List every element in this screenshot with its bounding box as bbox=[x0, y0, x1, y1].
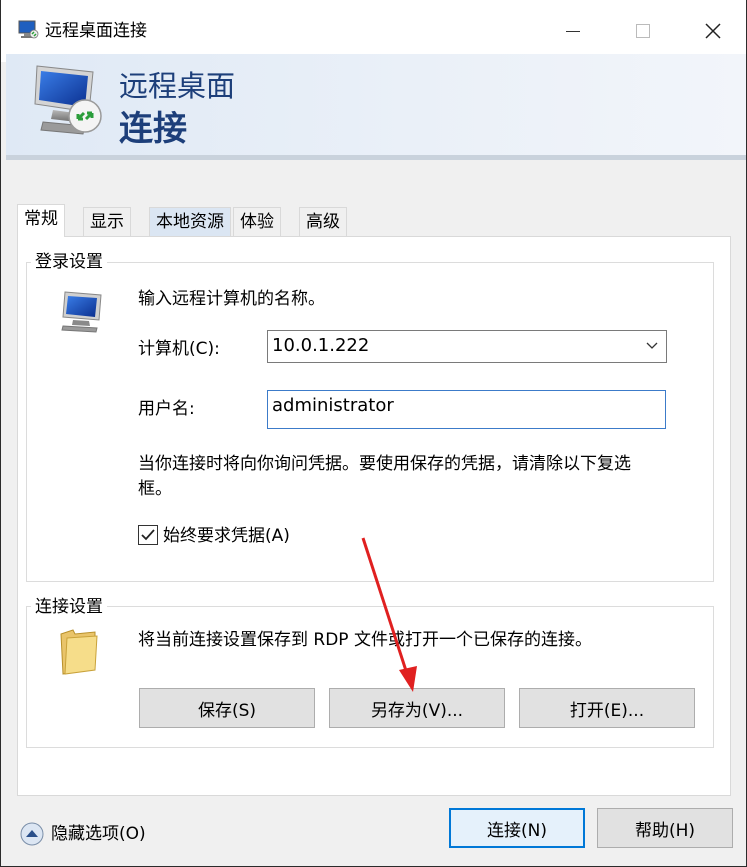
connection-settings-title: 连接设置 bbox=[31, 596, 107, 618]
chevron-up-icon[interactable] bbox=[19, 821, 45, 847]
help-button[interactable]: 帮助(H) bbox=[597, 808, 733, 848]
computer-instruction: 输入远程计算机的名称。 bbox=[138, 289, 325, 309]
minimize-icon bbox=[566, 30, 580, 32]
open-button[interactable]: 打开(E)... bbox=[519, 688, 695, 728]
always-ask-checkbox[interactable] bbox=[138, 525, 158, 545]
banner-title-line2: 连接 bbox=[119, 109, 187, 149]
credential-note-line1: 当你连接时将向你询问凭据。要使用保存的凭据，请清除以下复选 bbox=[138, 454, 631, 474]
tab-display[interactable]: 显示 bbox=[83, 207, 131, 236]
computer-value: 10.0.1.222 bbox=[272, 335, 370, 356]
username-value: administrator bbox=[272, 395, 394, 416]
save-button[interactable]: 保存(S) bbox=[139, 688, 315, 728]
tab-general[interactable]: 常规 bbox=[17, 204, 65, 237]
remote-desktop-icon bbox=[34, 65, 102, 135]
tab-experience[interactable]: 体验 bbox=[233, 207, 281, 236]
tab-advanced[interactable]: 高级 bbox=[299, 207, 347, 236]
always-ask-label[interactable]: 始终要求凭据(A) bbox=[163, 525, 290, 547]
username-input[interactable]: administrator bbox=[267, 390, 666, 429]
maximize-icon bbox=[636, 24, 650, 38]
username-label: 用户名: bbox=[138, 399, 195, 419]
monitor-icon bbox=[61, 291, 102, 333]
remote-desktop-window: 远程桌面连接 远程桌面 连接 常规 显示 本地资源 体验 高级 登录设置 输入远… bbox=[0, 0, 747, 867]
close-icon bbox=[705, 23, 721, 39]
maximize-button[interactable] bbox=[608, 0, 678, 62]
remote-desktop-icon bbox=[18, 20, 39, 39]
checkmark-icon bbox=[141, 529, 155, 541]
connect-button[interactable]: 连接(N) bbox=[449, 808, 585, 848]
chevron-down-icon[interactable] bbox=[646, 339, 658, 351]
login-settings-title: 登录设置 bbox=[31, 251, 107, 273]
close-button[interactable] bbox=[678, 0, 747, 62]
tab-local-resources[interactable]: 本地资源 bbox=[149, 207, 231, 236]
banner-title-line1: 远程桌面 bbox=[119, 69, 236, 103]
hide-options-link[interactable]: 隐藏选项(O) bbox=[51, 823, 146, 845]
credential-note-line2: 框。 bbox=[138, 479, 172, 499]
annotation-arrow bbox=[361, 537, 417, 692]
computer-label: 计算机(C): bbox=[138, 339, 220, 359]
header-banner bbox=[6, 54, 746, 158]
folder-icon bbox=[60, 629, 98, 675]
banner-divider bbox=[6, 155, 746, 160]
title-bar: 远程桌面连接 bbox=[1, 0, 746, 62]
window-title: 远程桌面连接 bbox=[45, 21, 147, 41]
computer-combobox[interactable]: 10.0.1.222 bbox=[267, 330, 667, 363]
minimize-button[interactable] bbox=[538, 0, 608, 62]
